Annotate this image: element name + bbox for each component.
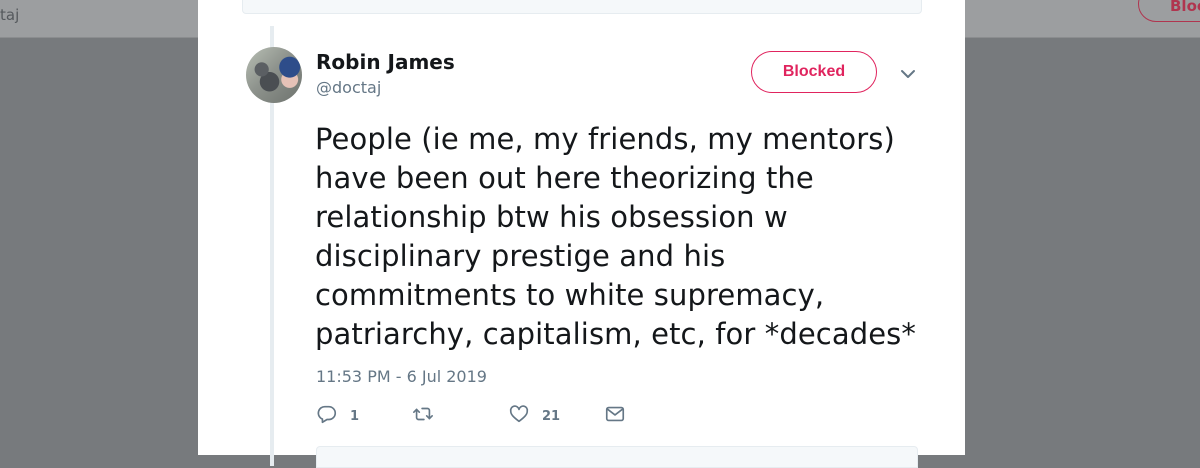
tweet-timestamp[interactable]: 11:53 PM - 6 Jul 2019 xyxy=(316,367,487,386)
heart-icon xyxy=(508,403,530,429)
reply-button[interactable]: 1 xyxy=(316,403,359,429)
tweet-text-line: People (ie me, my friends, my mentors) xyxy=(315,122,895,156)
blocked-button[interactable]: Blocked xyxy=(751,51,877,93)
like-count: 21 xyxy=(542,408,561,424)
tweet-text-line: commitments to white supremacy, xyxy=(315,278,825,312)
tweet-text-line: disciplinary prestige and his xyxy=(315,239,726,273)
previous-tweet-card xyxy=(242,0,922,14)
like-button[interactable]: 21 xyxy=(508,403,560,429)
author-handle[interactable]: @doctaj xyxy=(316,78,381,97)
tweet-actions: 1 21 xyxy=(316,403,716,429)
avatar[interactable] xyxy=(246,47,302,103)
direct-message-button[interactable] xyxy=(604,403,626,429)
tweet-text-line: relationship btw his obsession w xyxy=(315,200,788,234)
background-handle: taj xyxy=(0,6,20,24)
retweet-icon xyxy=(412,403,434,429)
tweet-permalink-modal: Robin James @doctaj Blocked People (ie m… xyxy=(198,0,965,468)
reply-count: 1 xyxy=(350,408,360,424)
reply-icon xyxy=(316,403,338,429)
chevron-down-icon[interactable] xyxy=(898,64,918,84)
reply-composer-preview[interactable] xyxy=(316,446,918,468)
retweet-button[interactable] xyxy=(412,403,446,429)
background-blocked-button: Bloc xyxy=(1138,0,1200,22)
envelope-icon xyxy=(604,403,626,429)
author-name[interactable]: Robin James xyxy=(316,50,455,74)
tweet-text-line: have been out here theorizing the xyxy=(315,161,814,195)
tweet-text: People (ie me, my friends, my mentors) h… xyxy=(315,120,925,354)
tweet-text-line: patriarchy, capitalism, etc, for *decade… xyxy=(315,317,916,351)
